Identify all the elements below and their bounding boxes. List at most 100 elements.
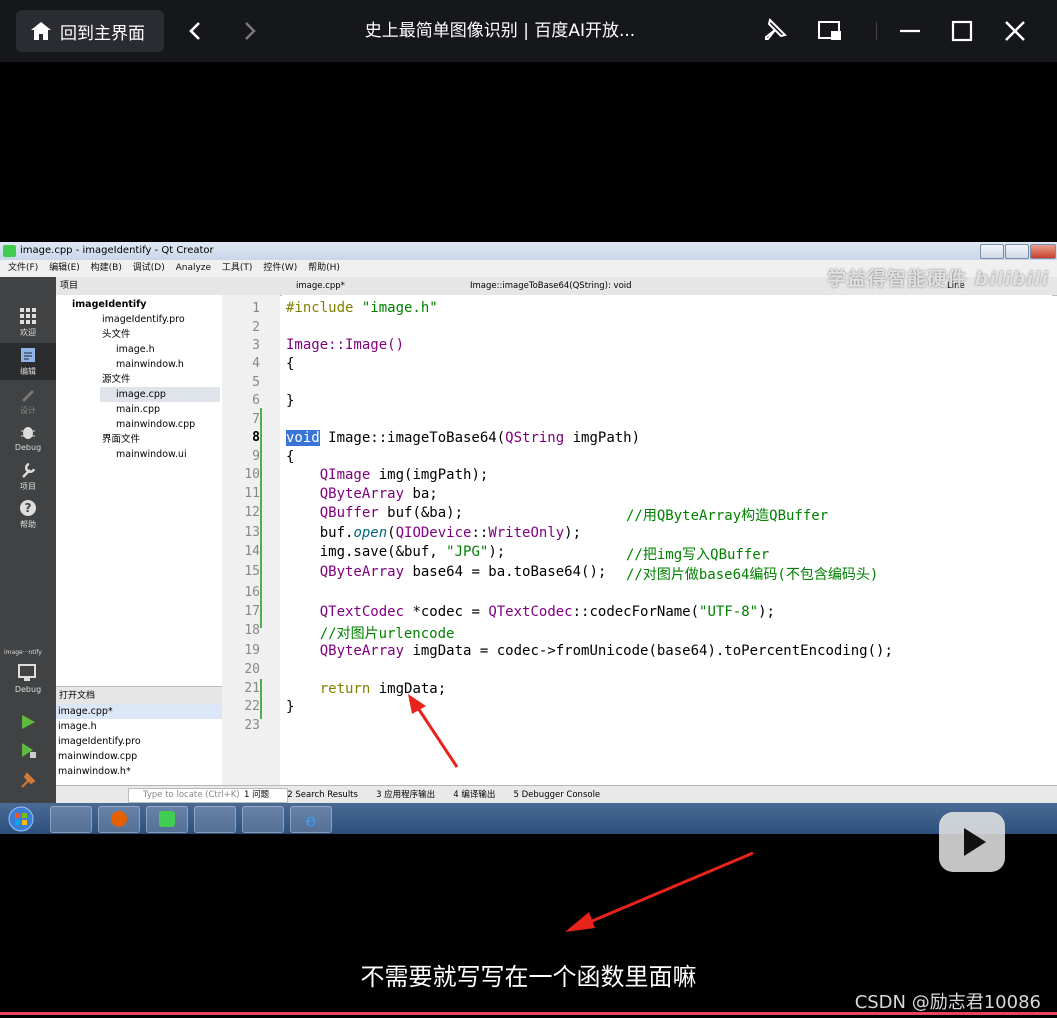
code-line: #include "image.h" bbox=[286, 300, 438, 316]
taskbar-qt-icon bbox=[146, 806, 188, 833]
svg-text:?: ? bbox=[25, 501, 32, 515]
line-number: 22 bbox=[244, 699, 260, 714]
open-documents-list: image.cpp* image.h imageIdentify.pro mai… bbox=[56, 704, 222, 784]
mode-help: ? 帮助 bbox=[0, 499, 56, 530]
windows-taskbar: e bbox=[0, 803, 1057, 834]
pin-icon[interactable] bbox=[760, 17, 788, 45]
modified-lines-marker bbox=[260, 408, 262, 628]
taskbar-explorer-icon bbox=[50, 806, 92, 833]
video-frame[interactable]: image.cpp - imageIdentify - Qt Creator 文… bbox=[0, 242, 1057, 834]
code-line: //对图片urlencode bbox=[286, 626, 455, 642]
line-number: 5 bbox=[252, 375, 260, 390]
mode-edit: 编辑 bbox=[0, 343, 56, 380]
qt-mode-sidebar: 欢迎 编辑 设计 Debug 项目 ? 帮助 image···ntify Deb… bbox=[0, 277, 56, 803]
code-line: QByteArray base64 = ba.toBase64(); bbox=[319, 564, 607, 580]
mode-debug: Debug bbox=[0, 423, 56, 452]
qt-menu-help: 帮助(H) bbox=[308, 263, 340, 273]
line-number: 4 bbox=[252, 356, 260, 371]
line-number: 8 bbox=[252, 430, 260, 445]
line-number: 21 bbox=[244, 681, 260, 696]
tree-item-project: imageIdentify bbox=[72, 299, 147, 310]
home-button[interactable]: 回到主界面 bbox=[16, 10, 164, 52]
taskbar-firefox-icon bbox=[98, 806, 140, 833]
code-line: buf.open(QIODevice::WriteOnly); bbox=[286, 525, 582, 541]
close-icon[interactable] bbox=[1001, 17, 1029, 45]
debug-run-icon bbox=[22, 743, 36, 758]
code-comment: //把img写入QBuffer bbox=[626, 547, 770, 563]
code-line: QByteArray imgData = codec->fromUnicode(… bbox=[319, 643, 893, 659]
code-line: } bbox=[286, 393, 295, 409]
project-pane-title: 项目 bbox=[60, 281, 79, 291]
code-line: QByteArray ba; bbox=[319, 486, 438, 502]
line-number: 6 bbox=[252, 393, 260, 408]
help-icon: ? bbox=[20, 500, 36, 516]
output-tab: 1 问题 2 Search Results 3 应用程序输出 4 编译输出 5 … bbox=[244, 790, 601, 800]
edit-document-icon bbox=[21, 348, 35, 362]
maximize-icon[interactable] bbox=[948, 17, 976, 45]
line-number: 7 bbox=[252, 412, 260, 427]
svg-text:e: e bbox=[306, 810, 317, 831]
editor-symbol-selector: Image::imageToBase64(QString): void bbox=[470, 281, 632, 291]
output-pane-bar: Type to locate (Ctrl+K) 1 问题 2 Search Re… bbox=[56, 785, 1057, 804]
video-progress-bar[interactable] bbox=[0, 1012, 1057, 1015]
tree-item-forms: 界面文件 bbox=[102, 434, 141, 445]
open-doc-item: mainwindow.cpp bbox=[58, 751, 138, 762]
qt-menu-build: 构建(B) bbox=[90, 263, 122, 273]
line-number: 10 bbox=[244, 467, 260, 482]
csdn-credit: CSDN @励志君10086 bbox=[854, 992, 1041, 1013]
line-number: 18 bbox=[244, 623, 260, 638]
tree-item-main-cpp: main.cpp bbox=[116, 404, 161, 415]
build-hammer-icon bbox=[21, 772, 36, 788]
qt-menu-debug: 调试(D) bbox=[132, 263, 165, 273]
tree-item-sources: 源文件 bbox=[102, 374, 131, 385]
open-documents-header: 打开文档 bbox=[56, 686, 222, 706]
modified-lines-marker bbox=[260, 679, 262, 719]
line-number: 16 bbox=[244, 585, 260, 600]
qt-menu-analyze: Analyze bbox=[175, 263, 212, 273]
taskbar-paint-icon bbox=[194, 806, 236, 833]
mode-help-label: 帮助 bbox=[20, 520, 36, 529]
mode-edit-label: 编辑 bbox=[20, 367, 36, 376]
toolbar-divider bbox=[876, 22, 877, 40]
minimize-icon[interactable] bbox=[896, 17, 924, 45]
open-documents-title: 打开文档 bbox=[59, 691, 96, 701]
line-number: 15 bbox=[244, 564, 260, 579]
video-subtitle: 不需要就写写在一个函数里面嘛 bbox=[360, 963, 697, 991]
home-icon bbox=[31, 22, 51, 40]
channel-watermark: 学益得智能硬件 bilibili bbox=[827, 268, 1049, 290]
line-number-gutter: 1 2 3 4 5 6 7 8 9 10 11 12 13 14 15 16 1… bbox=[222, 295, 280, 785]
code-line: } bbox=[286, 699, 295, 715]
code-line: QImage img(imgPath); bbox=[319, 467, 489, 483]
tree-item-mainwindow-h: mainwindow.h bbox=[116, 359, 184, 370]
line-number: 2 bbox=[252, 320, 260, 335]
code-line: { bbox=[286, 449, 295, 465]
play-button-icon[interactable] bbox=[937, 810, 1007, 874]
grid-icon bbox=[20, 308, 36, 324]
tree-item-pro-file: imageIdentify.pro bbox=[102, 314, 185, 325]
line-number: 14 bbox=[244, 544, 260, 559]
line-number: 12 bbox=[244, 505, 260, 520]
mode-design-label: 设计 bbox=[20, 406, 36, 415]
line-number: 3 bbox=[252, 338, 260, 353]
code-line: { bbox=[286, 356, 295, 372]
mini-player-icon[interactable] bbox=[816, 17, 844, 45]
annotation-arrow-icon bbox=[408, 694, 459, 768]
project-tree: imageIdentify imageIdentify.pro 头文件 imag… bbox=[56, 295, 222, 685]
mode-projects-label: 项目 bbox=[20, 482, 36, 491]
back-arrow-icon[interactable] bbox=[183, 18, 209, 44]
tree-item-headers: 头文件 bbox=[102, 329, 131, 340]
home-button-label: 回到主界面 bbox=[60, 23, 145, 44]
windows-start-icon bbox=[8, 806, 34, 832]
run-icon bbox=[22, 715, 35, 729]
kit-selector-label: image···ntify bbox=[4, 649, 42, 656]
kit-debug-label: Debug bbox=[14, 685, 42, 694]
bug-icon bbox=[21, 427, 35, 439]
tree-item-image-h: image.h bbox=[116, 344, 155, 355]
line-number: 20 bbox=[244, 662, 260, 677]
tree-item-mainwindow-ui: mainwindow.ui bbox=[116, 449, 187, 460]
qt-creator-logo-icon bbox=[3, 245, 16, 257]
forward-arrow-icon[interactable] bbox=[236, 18, 262, 44]
line-number: 17 bbox=[244, 604, 260, 619]
kit-selector: Debug bbox=[0, 663, 56, 694]
open-doc-item: imageIdentify.pro bbox=[58, 736, 141, 747]
